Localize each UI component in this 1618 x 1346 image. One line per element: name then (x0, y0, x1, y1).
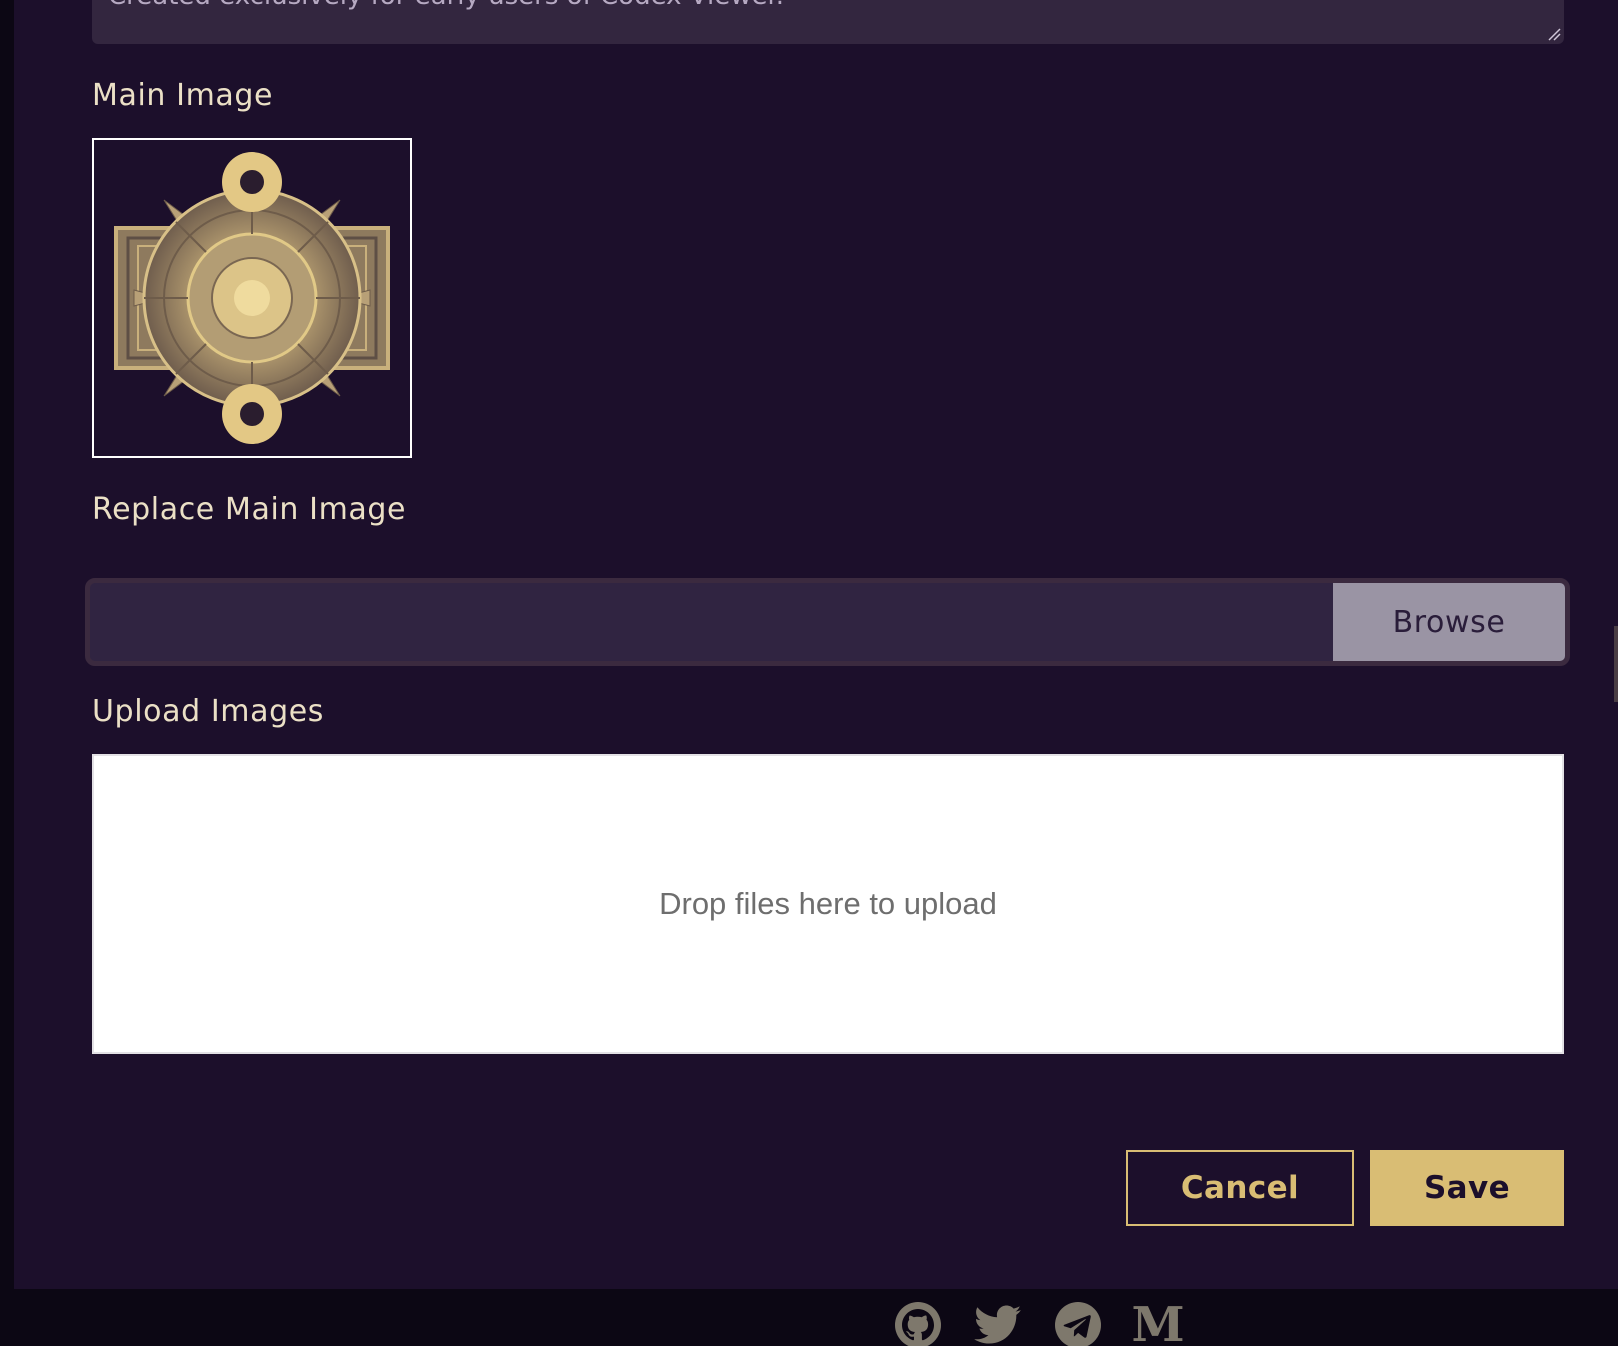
upload-images-label: Upload Images (92, 694, 325, 729)
footer (0, 1289, 1618, 1346)
browse-button[interactable]: Browse (1333, 583, 1565, 661)
edit-form-panel: Created exclusively for early users of C… (14, 0, 1618, 1289)
description-textarea[interactable]: Created exclusively for early users of C… (92, 0, 1564, 44)
main-image-thumbnail (92, 138, 412, 458)
cancel-button[interactable]: Cancel (1126, 1150, 1354, 1226)
description-value: Created exclusively for early users of C… (108, 0, 784, 9)
twitter-icon[interactable] (973, 1300, 1023, 1346)
resize-grip-icon[interactable] (1547, 27, 1561, 41)
replace-main-image-file-input[interactable]: Browse (85, 578, 1570, 666)
scrollbar-thumb[interactable] (1614, 626, 1618, 702)
telegram-icon[interactable] (1053, 1300, 1103, 1346)
kaleidoscope-image (114, 152, 390, 444)
upload-dropzone[interactable]: Drop files here to upload (92, 754, 1564, 1054)
save-button[interactable]: Save (1370, 1150, 1564, 1226)
github-icon[interactable] (893, 1300, 943, 1346)
replace-main-image-label: Replace Main Image (92, 492, 407, 527)
medium-letter: M (1131, 1297, 1185, 1346)
dropzone-message: Drop files here to upload (659, 886, 997, 921)
medium-icon[interactable]: M (1131, 1297, 1185, 1346)
main-image-label: Main Image (92, 78, 274, 113)
